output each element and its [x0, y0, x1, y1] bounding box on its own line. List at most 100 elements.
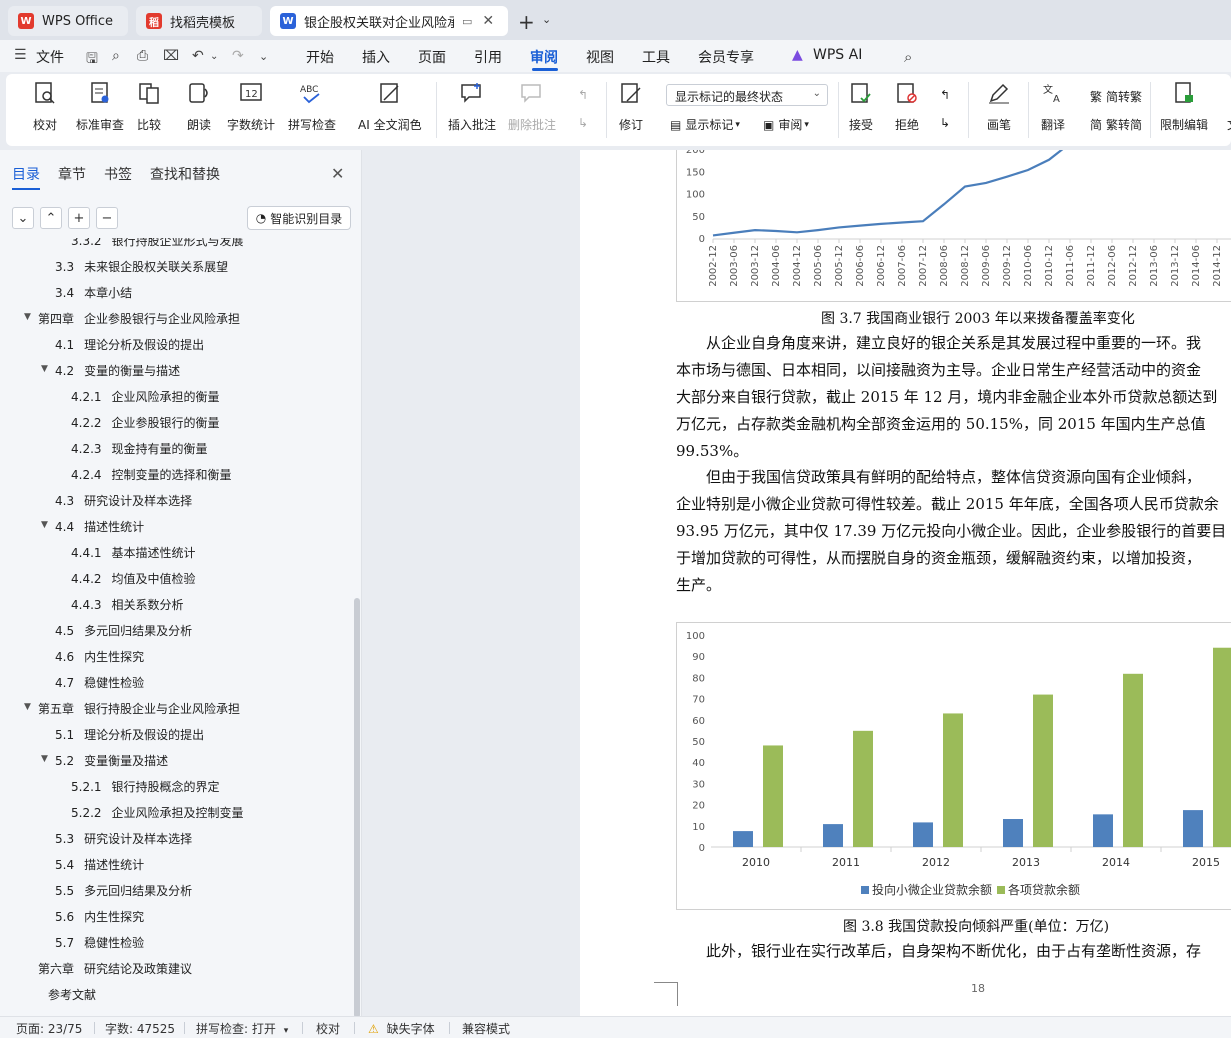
toc-item[interactable]: 5.1 理论分析及假设的提出 — [55, 726, 204, 743]
restrict-edit-button[interactable]: 限制编辑 — [1160, 80, 1208, 133]
tab-bookmarks[interactable]: 书签 — [104, 164, 132, 184]
add-heading-icon[interactable]: + — [68, 207, 90, 229]
expand-arrow-icon[interactable]: ▼ — [24, 312, 31, 322]
pen-button[interactable]: 画笔 — [986, 80, 1012, 133]
toc-item[interactable]: 4.3 研究设计及样本选择 — [55, 492, 192, 509]
menu-review[interactable]: 审阅 — [530, 47, 558, 67]
more-quick-icon[interactable]: ⌄ — [259, 50, 268, 63]
toc-item[interactable]: ▼ 4.2 变量的衡量与描述 — [41, 362, 181, 379]
toc-item[interactable]: 4.2.4 控制变量的选择和衡量 — [71, 466, 232, 483]
status-page[interactable]: 页面: 23/75 — [16, 1020, 82, 1037]
to-traditional-button[interactable]: 繁 简转繁 — [1090, 88, 1142, 105]
remove-heading-icon[interactable]: − — [96, 207, 118, 229]
close-pane-icon[interactable]: ✕ — [331, 164, 344, 183]
to-simplified-button[interactable]: 简 繁转简 — [1090, 116, 1142, 133]
close-tab-icon[interactable]: ✕ — [482, 13, 494, 29]
toc-item[interactable]: 参考文献 — [38, 986, 96, 1003]
toc-item[interactable]: 5.4 描述性统计 — [55, 856, 144, 873]
toc-scrollbar[interactable] — [354, 598, 360, 1018]
show-markup-button[interactable]: ▤ 显示标记 ▾ — [670, 116, 740, 133]
tab-sections[interactable]: 章节 — [58, 164, 86, 184]
status-proofread[interactable]: 校对 — [316, 1020, 340, 1037]
toc-item[interactable]: 4.2.3 现金持有量的衡量 — [71, 440, 208, 457]
toc-item[interactable]: 5.5 多元回归结果及分析 — [55, 882, 192, 899]
status-spell-check[interactable]: 拼写检查: 打开 ▾ — [196, 1020, 288, 1037]
toc-item[interactable]: ▼ 4.4 描述性统计 — [41, 518, 144, 535]
toc-item[interactable]: ▼ 第四章 企业参股银行与企业风险承担 — [24, 310, 240, 327]
toc-item[interactable]: 5.7 稳健性检验 — [55, 934, 144, 951]
expand-up-icon[interactable]: ⌃ — [40, 207, 62, 229]
toc-item[interactable]: 4.2.1 企业风险承担的衡量 — [71, 388, 220, 405]
spell-check-button[interactable]: ABC 拼写检查 — [288, 80, 336, 133]
review-pane-button[interactable]: ▣ 审阅 ▾ — [763, 116, 809, 133]
toc-item[interactable]: 4.4.2 均值及中值检验 — [71, 570, 196, 587]
toc-item[interactable]: 3.4 本章小结 — [55, 284, 132, 301]
menu-references[interactable]: 引用 — [474, 47, 502, 67]
tab-list-chevron-icon[interactable]: ⌄ — [542, 13, 551, 26]
reject-button[interactable]: 拒绝 — [894, 80, 920, 133]
expand-arrow-icon[interactable]: ▼ — [41, 520, 48, 530]
menu-wps-ai[interactable]: WPS AI — [813, 47, 862, 63]
menu-view[interactable]: 视图 — [586, 47, 614, 67]
smart-toc-button[interactable]: ◔ 智能识别目录 — [247, 206, 351, 230]
toc-item[interactable]: 5.2.1 银行持股概念的界定 — [71, 778, 220, 795]
undo-dropdown-icon[interactable]: ⌄ — [210, 51, 218, 62]
toc-item[interactable]: 4.5 多元回归结果及分析 — [55, 622, 192, 639]
compare-button[interactable]: 比较 — [136, 80, 162, 133]
toc-item[interactable]: 第六章 研究结论及政策建议 — [38, 960, 192, 977]
menu-tools[interactable]: 工具 — [642, 47, 670, 67]
save-icon[interactable]: 🖫 — [86, 48, 98, 72]
hamburger-icon[interactable]: ☰ — [14, 47, 27, 63]
toc-item[interactable]: 3.3 未来银企股权关联关系展望 — [55, 258, 228, 275]
toc-item[interactable]: 5.2.2 企业风险承担及控制变量 — [71, 804, 244, 821]
toc-item[interactable]: 4.4.3 相关系数分析 — [71, 596, 184, 613]
standard-review-button[interactable]: 标准审查 — [76, 80, 124, 133]
tab-find-replace[interactable]: 查找和替换 — [150, 164, 220, 184]
toc-item[interactable]: 4.7 稳健性检验 — [55, 674, 144, 691]
insert-comment-button[interactable]: 插入批注 — [448, 80, 496, 133]
markup-display-select[interactable]: 显示标记的最终状态 ⌄ — [666, 84, 828, 106]
collapse-all-icon[interactable]: ⌄ — [12, 207, 34, 229]
expand-arrow-icon[interactable]: ▼ — [24, 702, 31, 712]
tab-toc[interactable]: 目录 — [12, 164, 40, 190]
toc-item[interactable]: 3.3.2 银行持股企业形式与发展 — [71, 238, 244, 249]
status-missing-font[interactable]: ⚠ 缺失字体 — [368, 1020, 435, 1037]
menu-home[interactable]: 开始 — [306, 47, 334, 67]
toc-item[interactable]: 4.4.1 基本描述性统计 — [71, 544, 196, 561]
expand-arrow-icon[interactable]: ▼ — [41, 754, 48, 764]
proofread-button[interactable]: 校对 — [32, 80, 58, 133]
track-changes-button[interactable]: 修订 — [618, 80, 644, 133]
next-change-icon[interactable]: ↳ — [940, 116, 950, 130]
translate-button[interactable]: 文A 翻译 — [1040, 80, 1066, 133]
toc-item-number: 5.7 — [55, 936, 75, 950]
toc-item[interactable]: ▼ 5.2 变量衡量及描述 — [41, 752, 168, 769]
menu-insert[interactable]: 插入 — [362, 47, 390, 67]
print-preview-icon[interactable]: ⌧ — [163, 48, 179, 64]
toc-item[interactable]: 5.6 内生性探究 — [55, 908, 144, 925]
print-icon[interactable]: ⎙ — [137, 48, 148, 64]
read-aloud-button[interactable]: 朗读 — [186, 80, 212, 133]
expand-arrow-icon[interactable]: ▼ — [41, 364, 48, 374]
undo-icon[interactable]: ↶ — [192, 48, 204, 64]
toc-item[interactable]: 4.6 内生性探究 — [55, 648, 144, 665]
search-icon[interactable]: ⌕ — [904, 48, 912, 66]
menu-file[interactable]: 文件 — [36, 47, 64, 67]
toc-item[interactable]: 4.2.2 企业参股银行的衡量 — [71, 414, 220, 431]
menu-member[interactable]: 会员专享 — [698, 47, 754, 67]
toc-item[interactable]: ▼ 第五章 银行持股企业与企业风险承担 — [24, 700, 240, 717]
ai-polish-button[interactable]: AI 全文润色 — [358, 80, 422, 133]
tab-wps-office[interactable]: W WPS Office — [8, 6, 128, 36]
status-word-count[interactable]: 字数: 47525 — [105, 1020, 175, 1037]
toc-item-title: 变量的衡量与描述 — [84, 364, 181, 378]
doc-more-button[interactable]: 文 — [1220, 80, 1231, 133]
toc-item[interactable]: 5.3 研究设计及样本选择 — [55, 830, 192, 847]
tab-current-document[interactable]: W 银企股权关联对企业风险承担 ▭ ✕ — [270, 6, 508, 36]
tab-docer-templates[interactable]: 稻 找稻壳模板 — [136, 6, 262, 36]
accept-button[interactable]: 接受 — [848, 80, 874, 133]
prev-change-icon[interactable]: ↰ — [940, 88, 950, 102]
toc-item[interactable]: 4.1 理论分析及假设的提出 — [55, 336, 204, 353]
new-tab-icon[interactable]: + — [518, 10, 535, 34]
format-painter-icon[interactable]: ⌕ — [112, 48, 120, 64]
word-count-button[interactable]: 12 字数统计 — [227, 80, 275, 133]
menu-page[interactable]: 页面 — [418, 47, 446, 67]
